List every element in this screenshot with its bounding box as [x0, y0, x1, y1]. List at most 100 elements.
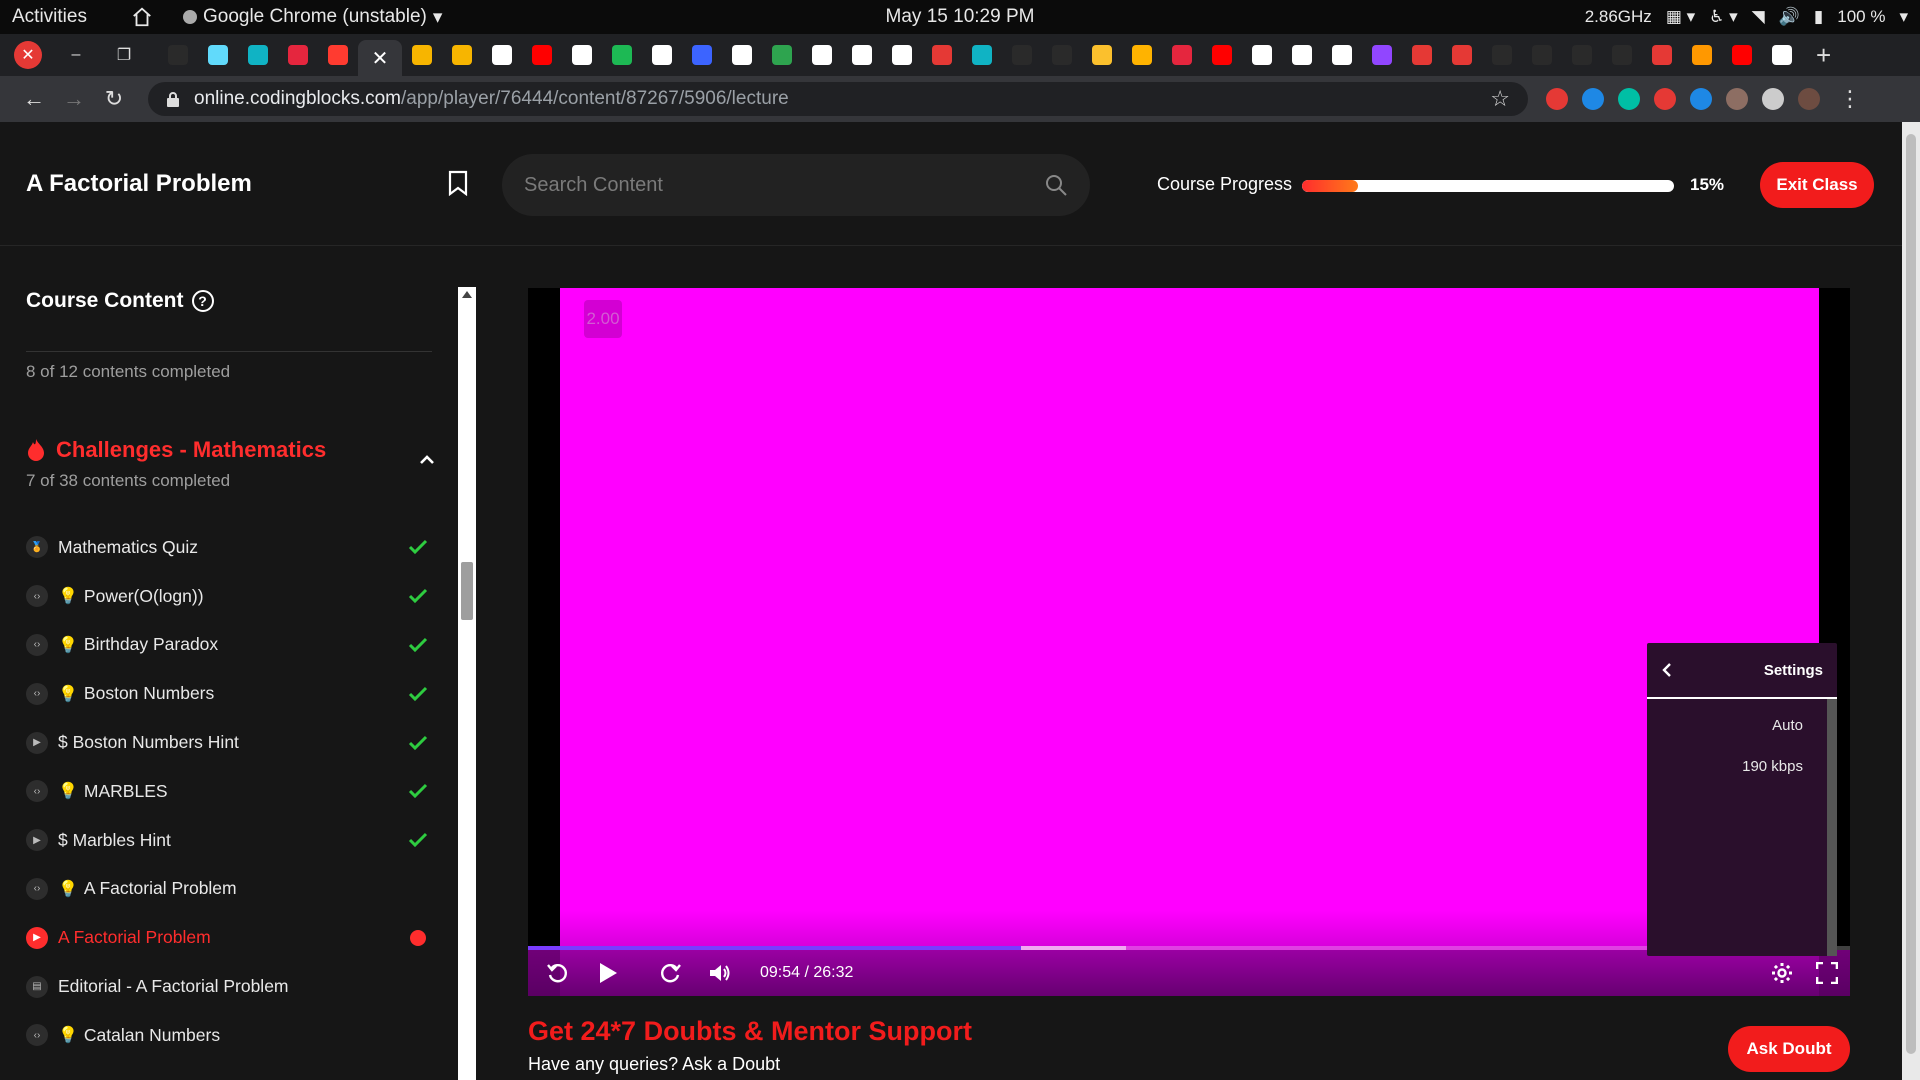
address-bar[interactable]: online.codingblocks.com/app/player/76444… [148, 82, 1528, 116]
volume-button[interactable] [700, 953, 740, 993]
quality-option[interactable]: Auto [1647, 705, 1837, 746]
chevron-up-icon[interactable] [418, 451, 436, 469]
sidebar-scroll-thumb[interactable] [461, 562, 473, 620]
browser-tab[interactable] [922, 34, 962, 76]
browser-tab[interactable] [442, 34, 482, 76]
search-icon[interactable] [1044, 173, 1068, 197]
content-item[interactable]: ▶ A Factorial Problem [26, 913, 436, 962]
play-button[interactable] [588, 953, 628, 993]
browser-tab[interactable] [1242, 34, 1282, 76]
browser-tab[interactable] [882, 34, 922, 76]
browser-tab[interactable] [602, 34, 642, 76]
content-item[interactable]: ‹› 💡 MARBLES [26, 767, 436, 816]
window-close-button[interactable]: ✕ [14, 41, 42, 69]
browser-tab[interactable] [682, 34, 722, 76]
page-scroll-thumb[interactable] [1906, 134, 1916, 1054]
browser-tab[interactable] [1482, 34, 1522, 76]
content-item[interactable]: ‹› 💡 Power(O(logn)) [26, 572, 436, 621]
sidebar-scrollbar[interactable] [458, 287, 476, 1080]
browser-tab[interactable] [1442, 34, 1482, 76]
forward-button[interactable] [650, 953, 690, 993]
settings-button[interactable] [1770, 953, 1794, 993]
browser-tab[interactable] [1042, 34, 1082, 76]
window-minimize-button[interactable]: – [62, 41, 90, 69]
settings-header[interactable]: Settings [1647, 643, 1837, 699]
settings-scrollbar[interactable] [1827, 699, 1837, 956]
forward-button[interactable]: → [54, 81, 94, 117]
browser-tab[interactable] [642, 34, 682, 76]
clock[interactable]: May 15 10:29 PM [886, 6, 1035, 28]
browser-tab[interactable] [318, 34, 358, 76]
browser-tab[interactable] [1122, 34, 1162, 76]
browser-tab[interactable] [1642, 34, 1682, 76]
browser-tab[interactable] [1602, 34, 1642, 76]
browser-tab[interactable] [198, 34, 238, 76]
browser-tab[interactable] [1282, 34, 1322, 76]
browser-tab[interactable] [1402, 34, 1442, 76]
extension-icon[interactable] [1726, 88, 1748, 110]
system-tray[interactable]: 2.86GHz ▦ ▾ ♿ ▾ ◥ 🔊 ▮ 100 % ▾ [1585, 7, 1908, 27]
browser-tab[interactable] [802, 34, 842, 76]
content-item[interactable]: ‹› 💡 Boston Numbers [26, 669, 436, 718]
extension-icon[interactable] [1546, 88, 1568, 110]
browser-tab[interactable] [562, 34, 602, 76]
accessibility-icon[interactable]: ♿ ▾ [1709, 7, 1738, 27]
content-item[interactable]: ‹› 💡 Birthday Paradox [26, 621, 436, 670]
section-header[interactable]: Challenges - Mathematics 7 of 38 contents… [26, 437, 436, 491]
browser-tab[interactable] [238, 34, 278, 76]
lock-icon[interactable] [166, 91, 180, 107]
extension-icon[interactable] [1618, 88, 1640, 110]
browser-tab[interactable] [1202, 34, 1242, 76]
browser-tab[interactable] [1002, 34, 1042, 76]
browser-tab[interactable] [842, 34, 882, 76]
new-tab-button[interactable]: + [1816, 40, 1831, 71]
extension-icon[interactable] [1762, 88, 1784, 110]
browser-tab[interactable] [402, 34, 442, 76]
extension-icon[interactable] [1582, 88, 1604, 110]
quality-option[interactable]: 190 kbps [1647, 746, 1837, 787]
browser-tab[interactable] [278, 34, 318, 76]
browser-tab[interactable] [962, 34, 1002, 76]
bookmark-star-icon[interactable]: ☆ [1490, 86, 1510, 112]
active-tab-close-icon[interactable]: ✕ [358, 40, 402, 76]
video-player[interactable]: 2.00 09:54 / 26:32 Settings Auto 190 kbp… [528, 288, 1850, 996]
chevron-left-icon[interactable] [1661, 662, 1673, 678]
search-input[interactable] [524, 173, 1044, 197]
browser-tab[interactable] [1682, 34, 1722, 76]
browser-tab[interactable] [1562, 34, 1602, 76]
extension-icon[interactable] [1654, 88, 1676, 110]
rewind-button[interactable] [538, 953, 578, 993]
browser-tab[interactable] [1322, 34, 1362, 76]
fullscreen-button[interactable] [1816, 953, 1838, 993]
app-menu[interactable]: Google Chrome (unstable) ▾ [182, 6, 442, 29]
content-item[interactable]: ‹› 💡 Catalan Numbers [26, 1011, 436, 1060]
video-frame[interactable]: 2.00 [560, 288, 1819, 996]
home-icon[interactable] [131, 6, 153, 28]
content-item[interactable]: 🏅 Mathematics Quiz [26, 523, 436, 572]
scroll-up-arrow[interactable] [462, 291, 472, 298]
browser-tab[interactable] [722, 34, 762, 76]
browser-tab[interactable] [522, 34, 562, 76]
ask-doubt-button[interactable]: Ask Doubt [1728, 1026, 1850, 1072]
browser-tab[interactable] [158, 34, 198, 76]
reload-button[interactable]: ↻ [94, 81, 134, 117]
extension-icon[interactable] [1798, 88, 1820, 110]
page-scrollbar[interactable] [1902, 122, 1920, 1080]
activities-button[interactable]: Activities [0, 6, 97, 28]
content-item[interactable]: ‹› 💡 A Factorial Problem [26, 865, 436, 914]
extension-icon[interactable] [1690, 88, 1712, 110]
back-button[interactable]: ← [14, 81, 54, 117]
help-icon[interactable]: ? [191, 290, 214, 312]
chevron-down-icon[interactable]: ▾ [1899, 7, 1908, 27]
browser-tab[interactable] [1082, 34, 1122, 76]
browser-tab[interactable] [1722, 34, 1762, 76]
content-item[interactable]: ▶ $ Marbles Hint [26, 816, 436, 865]
bookmark-icon[interactable] [447, 170, 469, 196]
browser-tab[interactable] [1162, 34, 1202, 76]
exit-class-button[interactable]: Exit Class [1760, 162, 1874, 208]
browser-tab[interactable] [1362, 34, 1402, 76]
browser-tab[interactable] [1762, 34, 1802, 76]
content-item[interactable]: ▶ $ Boston Numbers Hint [26, 718, 436, 767]
window-restore-button[interactable]: ❐ [110, 41, 138, 69]
browser-tab[interactable] [762, 34, 802, 76]
